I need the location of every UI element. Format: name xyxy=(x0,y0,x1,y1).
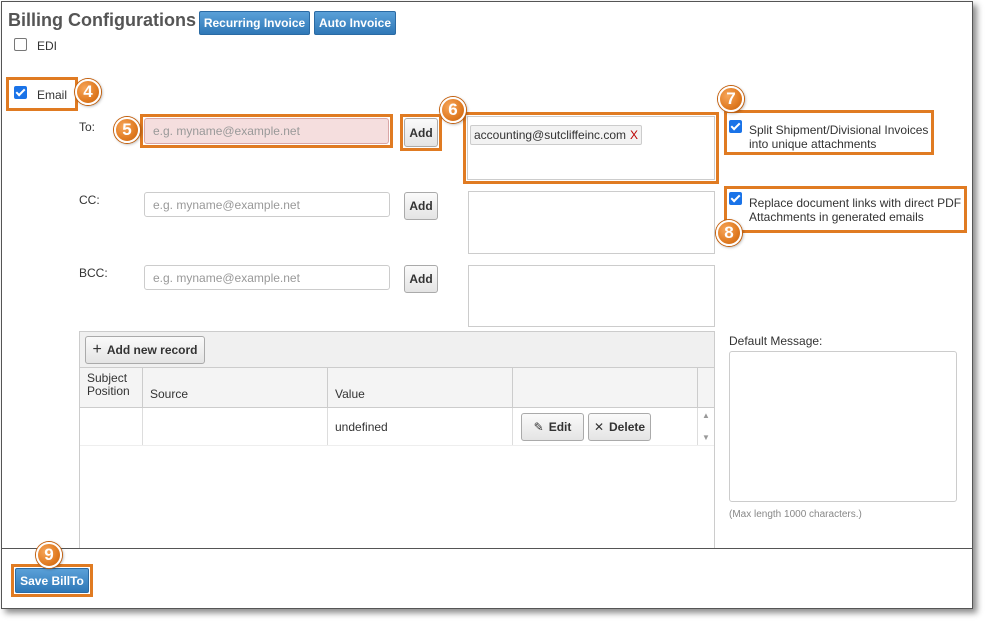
pencil-icon: ✎ xyxy=(533,419,544,434)
recipient-chip-text: accounting@sutcliffeinc.com xyxy=(474,128,627,142)
add-new-record-button[interactable]: + Add new record xyxy=(85,336,205,364)
cell-actions: ✎ Edit ✕ Delete xyxy=(513,408,698,445)
delete-label: Delete xyxy=(609,419,646,434)
split-label-line2: into unique attachments xyxy=(749,137,877,151)
cc-email-input[interactable]: e.g. myname@example.net xyxy=(144,192,390,217)
to-label: To: xyxy=(79,120,96,134)
callout-marker-6: 6 xyxy=(440,97,466,123)
split-label-line1: Split Shipment/Divisional Invoices xyxy=(749,123,929,137)
email-label: Email xyxy=(37,88,68,102)
cc-recipient-list xyxy=(468,191,715,254)
auto-invoice-button[interactable]: Auto Invoice xyxy=(314,11,396,35)
callout-marker-4: 4 xyxy=(75,79,101,105)
column-subject-position[interactable]: Subject Position xyxy=(80,368,143,407)
grid-toolbar: + Add new record xyxy=(80,332,714,368)
callout-marker-7: 7 xyxy=(718,86,744,112)
callout-marker-9: 9 xyxy=(36,542,62,568)
to-email-input[interactable]: e.g. myname@example.net xyxy=(144,118,389,144)
to-add-button[interactable]: Add xyxy=(404,118,438,147)
column-source[interactable]: Source xyxy=(143,368,328,407)
scroll-up-icon[interactable]: ▲ xyxy=(702,411,710,420)
subject-grid: + Add new record Subject Position Source… xyxy=(79,331,715,549)
cell-source xyxy=(143,408,328,445)
callout-marker-5: 5 xyxy=(114,117,140,143)
split-invoices-checkbox[interactable] xyxy=(729,120,742,133)
footer-divider xyxy=(2,548,973,549)
grid-scrollbar[interactable]: ▲ ▼ xyxy=(698,408,714,445)
header-scroll-spacer xyxy=(698,368,714,407)
bcc-label: BCC: xyxy=(79,266,108,280)
column-actions xyxy=(513,368,698,407)
email-checkbox[interactable] xyxy=(14,86,27,99)
delete-button[interactable]: ✕ Delete xyxy=(588,412,651,441)
table-row: undefined ✎ Edit ✕ Delete ▲ ▼ xyxy=(80,408,714,446)
plus-icon: + xyxy=(92,341,102,358)
add-new-record-label: Add new record xyxy=(106,343,198,357)
default-message-textarea[interactable] xyxy=(729,351,957,502)
replace-label-line1: Replace document links with direct PDF xyxy=(749,196,962,210)
split-invoices-label: Split Shipment/Divisional Invoices into … xyxy=(749,123,928,151)
replace-links-label: Replace document links with direct PDF A… xyxy=(749,196,961,224)
bcc-recipient-list xyxy=(468,265,715,327)
column-value[interactable]: Value xyxy=(328,368,513,407)
page-title: Billing Configurations xyxy=(8,10,196,30)
edi-checkbox[interactable] xyxy=(14,38,27,51)
edit-button[interactable]: ✎ Edit xyxy=(521,412,584,441)
cc-add-button[interactable]: Add xyxy=(404,192,438,220)
scroll-down-icon[interactable]: ▼ xyxy=(702,433,710,442)
replace-label-line2: Attachments in generated emails xyxy=(749,210,924,224)
edi-label: EDI xyxy=(37,39,58,53)
recipient-chip: accounting@sutcliffeinc.com X xyxy=(470,125,643,145)
save-billto-button[interactable]: Save BillTo xyxy=(15,568,89,593)
cc-label: CC: xyxy=(79,193,100,207)
cell-value: undefined xyxy=(328,408,513,445)
default-message-hint: (Max length 1000 characters.) xyxy=(729,509,862,520)
callout-marker-8: 8 xyxy=(716,220,742,246)
cell-subject-position xyxy=(80,408,143,445)
replace-links-checkbox[interactable] xyxy=(729,192,742,205)
default-message-label: Default Message: xyxy=(729,334,823,348)
x-icon: ✕ xyxy=(593,419,605,434)
remove-recipient-icon[interactable]: X xyxy=(630,128,638,142)
bcc-add-button[interactable]: Add xyxy=(404,265,438,293)
grid-header-row: Subject Position Source Value xyxy=(80,368,714,408)
recurring-invoice-button[interactable]: Recurring Invoice xyxy=(199,11,310,35)
bcc-email-input[interactable]: e.g. myname@example.net xyxy=(144,265,390,290)
edit-label: Edit xyxy=(548,419,572,434)
